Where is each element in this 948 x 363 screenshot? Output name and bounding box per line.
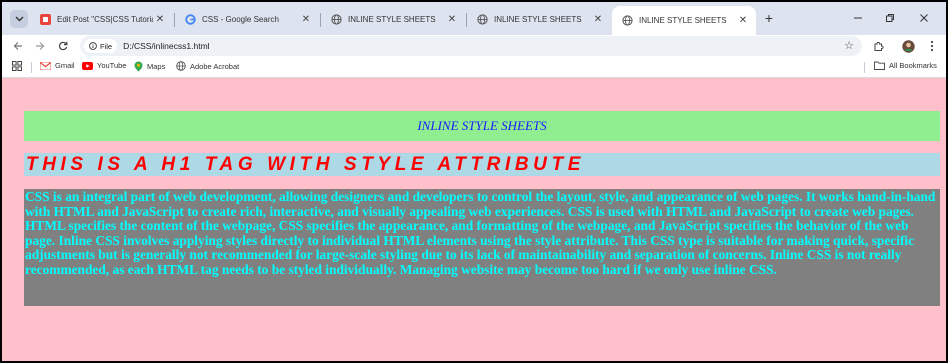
reload-button[interactable]	[55, 38, 71, 54]
all-bookmarks-button[interactable]: All Bookmarks	[874, 61, 937, 70]
chevron-down-icon	[15, 16, 23, 22]
tab-edit-post[interactable]: Edit Post "CSS|CSS Tutorial| CSS ✕	[30, 6, 173, 32]
page-banner: INLINE STYLE SHEETS	[24, 111, 940, 141]
tab-title: INLINE STYLE SHEETS	[348, 14, 436, 24]
globe-icon	[331, 13, 342, 25]
minimize-icon	[854, 17, 862, 19]
reload-icon	[58, 41, 68, 51]
site-info-label: File	[100, 41, 113, 51]
restore-icon	[886, 14, 894, 22]
globe-icon	[176, 61, 186, 71]
web-page-content: INLINE STYLE SHEETS THIS IS A H1 TAG WIT…	[2, 78, 946, 361]
all-bookmarks-label: All Bookmarks	[889, 61, 937, 70]
site-info-chip[interactable]: File	[84, 39, 118, 53]
banner-text: INLINE STYLE SHEETS	[417, 118, 547, 133]
bookmark-label: Adobe Acrobat	[190, 61, 240, 71]
tab-google-search[interactable]: CSS - Google Search ✕	[175, 6, 319, 32]
extensions-button[interactable]	[870, 38, 886, 54]
bookmark-gmail[interactable]: Gmail	[40, 61, 75, 70]
tab-inline-style-sheets[interactable]: INLINE STYLE SHEETS ✕	[321, 6, 465, 32]
tab-title: INLINE STYLE SHEETS	[639, 16, 727, 25]
bookmark-maps[interactable]: Maps	[134, 61, 165, 72]
star-icon[interactable]: ☆	[844, 39, 854, 52]
bookmark-adobe-acrobat[interactable]: Adobe Acrobat	[176, 61, 239, 71]
tab-inline-style-sheets-active[interactable]: INLINE STYLE SHEETS ✕	[612, 6, 756, 35]
globe-icon	[477, 13, 488, 25]
kebab-menu-icon	[930, 40, 934, 52]
bookmark-label: YouTube	[97, 61, 127, 70]
back-button[interactable]	[10, 38, 26, 54]
url-text[interactable]: D:/CSS/inlinecss1.html	[123, 41, 209, 51]
info-icon	[89, 42, 97, 50]
page-heading: THIS IS A H1 TAG WITH STYLE ATTRIBUTE	[24, 153, 940, 176]
profile-avatar[interactable]	[900, 38, 916, 54]
arrow-right-icon	[36, 42, 45, 50]
forward-button[interactable]	[32, 38, 48, 54]
tab-strip: Edit Post "CSS|CSS Tutorial| CSS ✕ CSS -…	[2, 2, 946, 35]
restore-button[interactable]	[876, 8, 904, 28]
tab-title: INLINE STYLE SHEETS	[494, 14, 582, 24]
new-tab-button[interactable]: +	[761, 10, 777, 26]
bookmark-label: Gmail	[55, 61, 75, 70]
tab-title: Edit Post "CSS|CSS Tutorial| CSS	[57, 14, 153, 24]
youtube-icon	[82, 61, 93, 70]
browser-window: Edit Post "CSS|CSS Tutorial| CSS ✕ CSS -…	[0, 0, 948, 363]
puzzle-icon	[874, 41, 884, 51]
close-icon	[920, 14, 928, 22]
gmail-icon	[40, 61, 51, 70]
close-icon[interactable]: ✕	[299, 14, 313, 25]
tab-search-button[interactable]	[10, 10, 28, 28]
close-window-button[interactable]	[910, 8, 938, 28]
close-icon[interactable]: ✕	[153, 14, 167, 25]
minimize-button[interactable]	[844, 8, 872, 28]
menu-button[interactable]	[924, 38, 940, 54]
browser-toolbar: File D:/CSS/inlinecss1.html ☆	[2, 35, 946, 57]
tab-inline-style-sheets[interactable]: INLINE STYLE SHEETS ✕	[467, 6, 611, 32]
bookmark-label: Maps	[147, 62, 166, 71]
maps-icon	[134, 61, 143, 72]
avatar-icon	[901, 39, 915, 53]
page-paragraph: CSS is an integral part of web developme…	[24, 189, 940, 306]
tab-title: CSS - Google Search	[202, 14, 279, 24]
close-icon[interactable]: ✕	[591, 14, 605, 25]
bookmarks-bar: Gmail YouTube Maps Adobe Acrobat All Boo…	[2, 57, 946, 78]
folder-icon	[874, 61, 885, 70]
google-icon	[185, 13, 196, 25]
apps-button[interactable]	[12, 61, 22, 71]
arrow-left-icon	[13, 42, 22, 50]
close-icon[interactable]: ✕	[736, 15, 750, 26]
apps-grid-icon	[12, 61, 22, 71]
close-icon[interactable]: ✕	[445, 14, 459, 25]
blogger-icon	[40, 13, 51, 25]
bookmark-youtube[interactable]: YouTube	[82, 61, 126, 70]
globe-icon	[622, 15, 633, 26]
address-bar[interactable]: File D:/CSS/inlinecss1.html ☆	[80, 36, 862, 56]
